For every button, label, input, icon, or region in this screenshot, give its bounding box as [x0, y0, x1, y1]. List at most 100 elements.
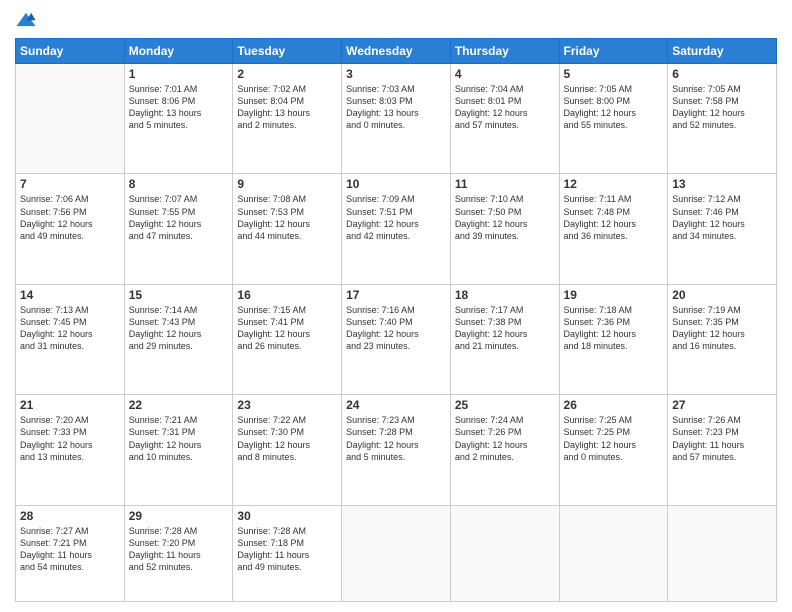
weekday-header: Saturday — [668, 39, 777, 64]
calendar-cell: 10 Sunrise: 7:09 AMSunset: 7:51 PMDayligh… — [342, 174, 451, 284]
day-number: 24 — [346, 398, 446, 412]
calendar-header-row: SundayMondayTuesdayWednesdayThursdayFrid… — [16, 39, 777, 64]
day-number: 15 — [129, 288, 229, 302]
calendar-cell: 21 Sunrise: 7:20 AMSunset: 7:33 PMDayligh… — [16, 395, 125, 505]
calendar-cell: 30 Sunrise: 7:28 AMSunset: 7:18 PMDayligh… — [233, 505, 342, 601]
calendar-cell — [16, 64, 125, 174]
cell-text: Sunrise: 7:18 AMSunset: 7:36 PMDaylight:… — [564, 304, 664, 353]
page: SundayMondayTuesdayWednesdayThursdayFrid… — [0, 0, 792, 612]
calendar-cell: 16 Sunrise: 7:15 AMSunset: 7:41 PMDayligh… — [233, 284, 342, 394]
day-number: 27 — [672, 398, 772, 412]
calendar-cell: 23 Sunrise: 7:22 AMSunset: 7:30 PMDayligh… — [233, 395, 342, 505]
day-number: 28 — [20, 509, 120, 523]
cell-text: Sunrise: 7:03 AMSunset: 8:03 PMDaylight:… — [346, 83, 446, 132]
cell-text: Sunrise: 7:05 AMSunset: 8:00 PMDaylight:… — [564, 83, 664, 132]
day-number: 11 — [455, 177, 555, 191]
calendar-week-row: 1Sunrise: 7:01 AMSunset: 8:06 PMDaylight… — [16, 64, 777, 174]
calendar-cell: 6Sunrise: 7:05 AMSunset: 7:58 PMDaylight… — [668, 64, 777, 174]
calendar-cell: 25 Sunrise: 7:24 AMSunset: 7:26 PMDayligh… — [450, 395, 559, 505]
calendar-week-row: 14Sunrise: 7:13 AMSunset: 7:45 PMDayligh… — [16, 284, 777, 394]
calendar-cell: 15 Sunrise: 7:14 AMSunset: 7:43 PMDayligh… — [124, 284, 233, 394]
weekday-header: Sunday — [16, 39, 125, 64]
cell-text: Sunrise: 7:23 AMSunset: 7:28 PMDaylight:… — [346, 414, 446, 463]
calendar-cell: 1Sunrise: 7:01 AMSunset: 8:06 PMDaylight… — [124, 64, 233, 174]
cell-text: Sunrise: 7:24 AMSunset: 7:26 PMDaylight:… — [455, 414, 555, 463]
calendar-cell — [342, 505, 451, 601]
cell-text: Sunrise: 7:12 AMSunset: 7:46 PMDaylight:… — [672, 193, 772, 242]
day-number: 5 — [564, 67, 664, 81]
calendar-cell: 3 Sunrise: 7:03 AMSunset: 8:03 PMDaylight… — [342, 64, 451, 174]
day-number: 6 — [672, 67, 772, 81]
calendar-cell: 19 Sunrise: 7:18 AMSunset: 7:36 PMDayligh… — [559, 284, 668, 394]
calendar-cell: 18 Sunrise: 7:17 AMSunset: 7:38 PMDayligh… — [450, 284, 559, 394]
cell-text: Sunrise: 7:01 AMSunset: 8:06 PMDaylight:… — [129, 83, 229, 132]
calendar-week-row: 21 Sunrise: 7:20 AMSunset: 7:33 PMDayligh… — [16, 395, 777, 505]
cell-text: Sunrise: 7:11 AMSunset: 7:48 PMDaylight:… — [564, 193, 664, 242]
weekday-header: Friday — [559, 39, 668, 64]
day-number: 12 — [564, 177, 664, 191]
cell-text: Sunrise: 7:26 AMSunset: 7:23 PMDaylight:… — [672, 414, 772, 463]
day-number: 8 — [129, 177, 229, 191]
cell-text: Sunrise: 7:06 AMSunset: 7:56 PMDaylight:… — [20, 193, 120, 242]
weekday-header: Tuesday — [233, 39, 342, 64]
calendar-cell: 17Sunrise: 7:16 AMSunset: 7:40 PMDayligh… — [342, 284, 451, 394]
cell-text: Sunrise: 7:28 AMSunset: 7:20 PMDaylight:… — [129, 525, 229, 574]
cell-text: Sunrise: 7:21 AMSunset: 7:31 PMDaylight:… — [129, 414, 229, 463]
calendar-cell: 20 Sunrise: 7:19 AMSunset: 7:35 PMDayligh… — [668, 284, 777, 394]
cell-text: Sunrise: 7:15 AMSunset: 7:41 PMDaylight:… — [237, 304, 337, 353]
cell-text: Sunrise: 7:17 AMSunset: 7:38 PMDaylight:… — [455, 304, 555, 353]
day-number: 29 — [129, 509, 229, 523]
cell-text: Sunrise: 7:28 AMSunset: 7:18 PMDaylight:… — [237, 525, 337, 574]
day-number: 13 — [672, 177, 772, 191]
day-number: 22 — [129, 398, 229, 412]
calendar-cell: 26Sunrise: 7:25 AMSunset: 7:25 PMDayligh… — [559, 395, 668, 505]
cell-text: Sunrise: 7:02 AMSunset: 8:04 PMDaylight:… — [237, 83, 337, 132]
calendar-table: SundayMondayTuesdayWednesdayThursdayFrid… — [15, 38, 777, 602]
day-number: 26 — [564, 398, 664, 412]
day-number: 21 — [20, 398, 120, 412]
calendar-cell: 28 Sunrise: 7:27 AMSunset: 7:21 PMDayligh… — [16, 505, 125, 601]
day-number: 10 — [346, 177, 446, 191]
day-number: 3 — [346, 67, 446, 81]
weekday-header: Monday — [124, 39, 233, 64]
calendar-cell: 12 Sunrise: 7:11 AMSunset: 7:48 PMDayligh… — [559, 174, 668, 284]
cell-text: Sunrise: 7:22 AMSunset: 7:30 PMDaylight:… — [237, 414, 337, 463]
calendar-cell: 4Sunrise: 7:04 AMSunset: 8:01 PMDaylight… — [450, 64, 559, 174]
day-number: 16 — [237, 288, 337, 302]
calendar-cell: 2 Sunrise: 7:02 AMSunset: 8:04 PMDaylight… — [233, 64, 342, 174]
calendar-body: 1Sunrise: 7:01 AMSunset: 8:06 PMDaylight… — [16, 64, 777, 602]
logo — [15, 10, 41, 32]
cell-text: Sunrise: 7:09 AMSunset: 7:51 PMDaylight:… — [346, 193, 446, 242]
day-number: 2 — [237, 67, 337, 81]
cell-text: Sunrise: 7:20 AMSunset: 7:33 PMDaylight:… — [20, 414, 120, 463]
day-number: 25 — [455, 398, 555, 412]
calendar-cell: 27 Sunrise: 7:26 AMSunset: 7:23 PMDayligh… — [668, 395, 777, 505]
day-number: 19 — [564, 288, 664, 302]
calendar-cell: 29 Sunrise: 7:28 AMSunset: 7:20 PMDayligh… — [124, 505, 233, 601]
day-number: 14 — [20, 288, 120, 302]
calendar-week-row: 28 Sunrise: 7:27 AMSunset: 7:21 PMDayligh… — [16, 505, 777, 601]
calendar-cell: 14Sunrise: 7:13 AMSunset: 7:45 PMDayligh… — [16, 284, 125, 394]
cell-text: Sunrise: 7:27 AMSunset: 7:21 PMDaylight:… — [20, 525, 120, 574]
cell-text: Sunrise: 7:08 AMSunset: 7:53 PMDaylight:… — [237, 193, 337, 242]
day-number: 4 — [455, 67, 555, 81]
day-number: 9 — [237, 177, 337, 191]
day-number: 7 — [20, 177, 120, 191]
weekday-header: Thursday — [450, 39, 559, 64]
cell-text: Sunrise: 7:19 AMSunset: 7:35 PMDaylight:… — [672, 304, 772, 353]
calendar-cell: 24 Sunrise: 7:23 AMSunset: 7:28 PMDayligh… — [342, 395, 451, 505]
calendar-week-row: 7 Sunrise: 7:06 AMSunset: 7:56 PMDaylight… — [16, 174, 777, 284]
calendar-cell: 8 Sunrise: 7:07 AMSunset: 7:55 PMDaylight… — [124, 174, 233, 284]
calendar-cell: 13 Sunrise: 7:12 AMSunset: 7:46 PMDayligh… — [668, 174, 777, 284]
calendar-cell: 5 Sunrise: 7:05 AMSunset: 8:00 PMDaylight… — [559, 64, 668, 174]
day-number: 18 — [455, 288, 555, 302]
header — [15, 10, 777, 32]
cell-text: Sunrise: 7:14 AMSunset: 7:43 PMDaylight:… — [129, 304, 229, 353]
day-number: 30 — [237, 509, 337, 523]
cell-text: Sunrise: 7:10 AMSunset: 7:50 PMDaylight:… — [455, 193, 555, 242]
cell-text: Sunrise: 7:07 AMSunset: 7:55 PMDaylight:… — [129, 193, 229, 242]
day-number: 23 — [237, 398, 337, 412]
day-number: 20 — [672, 288, 772, 302]
calendar-cell — [668, 505, 777, 601]
calendar-cell — [450, 505, 559, 601]
